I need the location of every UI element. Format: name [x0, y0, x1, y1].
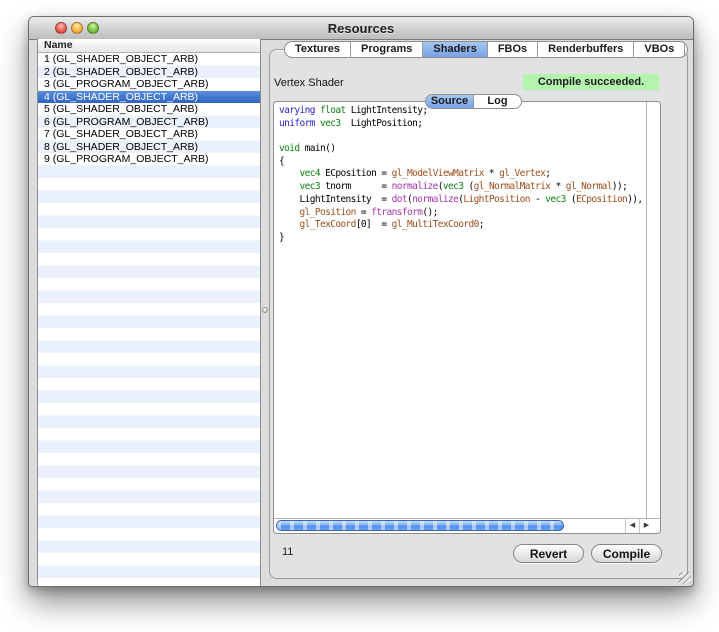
source-log-segmented-control: SourceLog [425, 94, 522, 109]
list-item[interactable]: 9 (GL_PROGRAM_OBJECT_ARB) [38, 153, 260, 166]
column-header-name[interactable]: Name [38, 39, 260, 53]
code-line [279, 130, 646, 143]
tab-fbos[interactable]: FBOs [487, 42, 537, 57]
subtab-source[interactable]: Source [426, 95, 473, 108]
code-line: uniform vec3 LightPosition; [279, 118, 646, 131]
vertical-scrollbar[interactable] [646, 102, 660, 518]
tab-bar: TexturesProgramsShadersFBOsRenderbuffers… [284, 41, 688, 58]
list-item[interactable]: 5 (GL_SHADER_OBJECT_ARB) [38, 103, 260, 116]
tab-programs[interactable]: Programs [350, 42, 422, 57]
h-scrollbar-thumb[interactable] [276, 520, 564, 531]
object-id-label: 11 [282, 546, 293, 558]
code-line: void main() [279, 143, 646, 156]
compile-status-badge: Compile succeeded. [523, 74, 659, 90]
object-list: Name 1 (GL_SHADER_OBJECT_ARB)2 (GL_SHADE… [37, 39, 261, 586]
list-item[interactable]: 2 (GL_SHADER_OBJECT_ARB) [38, 66, 260, 79]
sidebar-list[interactable]: 1 (GL_SHADER_OBJECT_ARB)2 (GL_SHADER_OBJ… [38, 53, 260, 586]
list-item[interactable]: 4 (GL_SHADER_OBJECT_ARB) [38, 91, 260, 104]
shader-type-label: Vertex Shader [274, 77, 344, 89]
splitter-handle[interactable] [262, 307, 268, 313]
scrollbar-corner [653, 519, 660, 533]
horizontal-scrollbar: ◀ ▶ [274, 518, 660, 533]
compile-button[interactable]: Compile [591, 544, 662, 563]
code-line: } [279, 232, 646, 245]
source-view-frame: varying float LightIntensity;uniform vec… [273, 101, 661, 534]
code-line: LightIntensity = dot(normalize(LightPosi… [279, 194, 646, 207]
code-line: gl_Position = ftransform(); [279, 207, 646, 220]
code-editor[interactable]: varying float LightIntensity;uniform vec… [274, 102, 646, 518]
title-bar[interactable]: Resources [29, 17, 693, 40]
resize-grip[interactable] [679, 572, 691, 584]
subtab-log[interactable]: Log [473, 95, 521, 108]
code-line: vec3 tnorm = normalize(vec3 (gl_NormalMa… [279, 181, 646, 194]
scroll-right-icon[interactable]: ▶ [639, 519, 653, 533]
revert-button[interactable]: Revert [513, 544, 584, 563]
list-item[interactable]: 1 (GL_SHADER_OBJECT_ARB) [38, 53, 260, 66]
window-title: Resources [29, 21, 693, 36]
tab-renderbuffers[interactable]: Renderbuffers [537, 42, 633, 57]
tab-shaders[interactable]: Shaders [422, 42, 486, 57]
h-scrollbar-track[interactable] [274, 519, 625, 533]
list-item[interactable]: 3 (GL_PROGRAM_OBJECT_ARB) [38, 78, 260, 91]
tab-vbos[interactable]: VBOs [633, 42, 684, 57]
tab-textures[interactable]: Textures [285, 42, 350, 57]
list-item[interactable]: 7 (GL_SHADER_OBJECT_ARB) [38, 128, 260, 141]
code-content[interactable]: varying float LightIntensity;uniform vec… [279, 105, 646, 518]
code-line: gl_TexCoord[0] = gl_MultiTexCoord0; [279, 219, 646, 232]
scroll-left-icon[interactable]: ◀ [625, 519, 639, 533]
list-item[interactable]: 8 (GL_SHADER_OBJECT_ARB) [38, 141, 260, 154]
list-item[interactable]: 6 (GL_PROGRAM_OBJECT_ARB) [38, 116, 260, 129]
code-line: { [279, 156, 646, 169]
code-line: vec4 ECposition = gl_ModelViewMatrix * g… [279, 168, 646, 181]
resources-window: Resources Name 1 (GL_SHADER_OBJECT_ARB)2… [28, 16, 694, 587]
